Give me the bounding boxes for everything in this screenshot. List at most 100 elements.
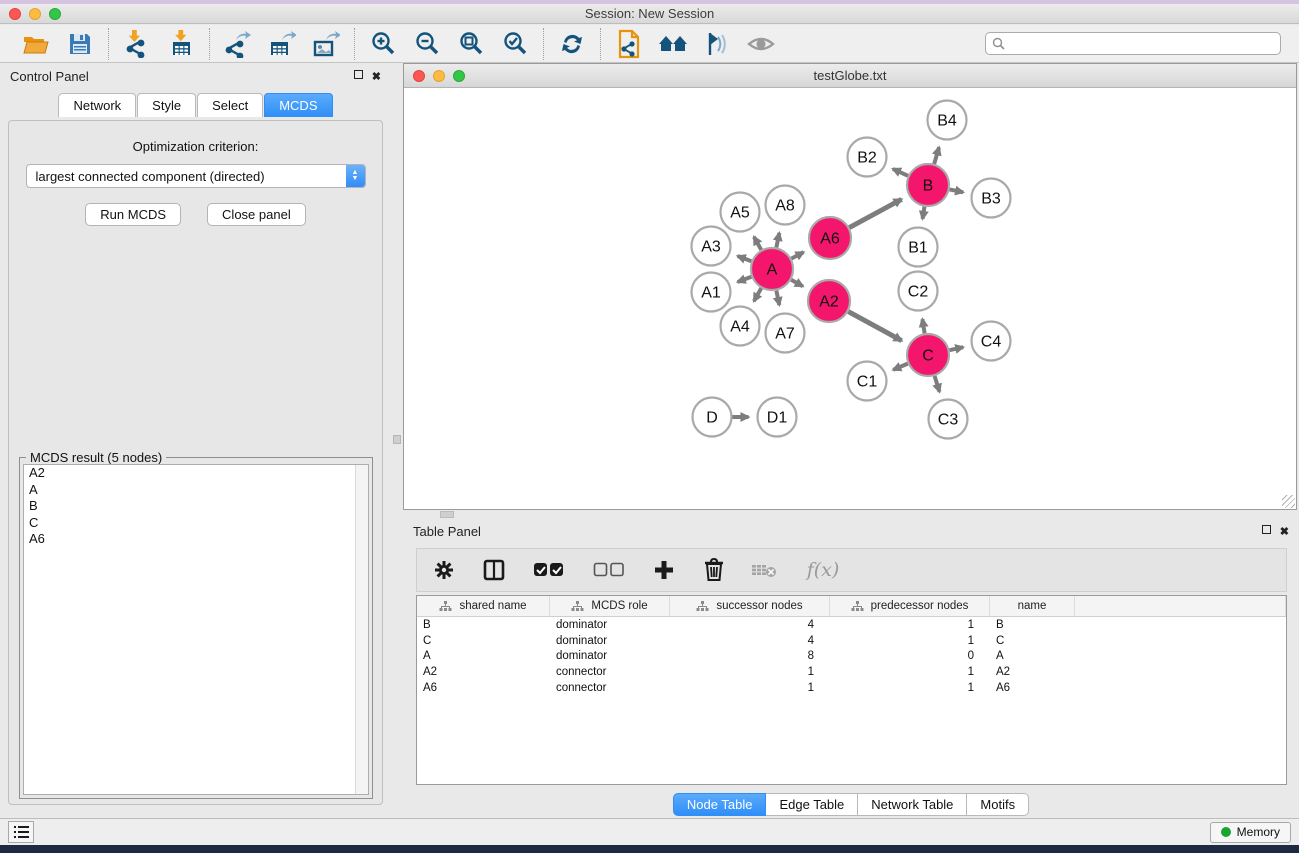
table-cell[interactable]: dominator: [550, 619, 670, 631]
table-cell[interactable]: A2: [417, 666, 550, 678]
result-item[interactable]: B: [24, 498, 368, 515]
tab-node-table[interactable]: Node Table: [673, 793, 767, 816]
edge-A-A8[interactable]: [776, 233, 779, 248]
node-table[interactable]: shared nameMCDS rolesuccessor nodesprede…: [416, 595, 1287, 785]
import-table-button[interactable]: [166, 30, 196, 58]
table-cell[interactable]: A: [990, 650, 1075, 662]
zoom-fit-button[interactable]: [456, 30, 486, 58]
edge-B-B1[interactable]: [923, 207, 925, 219]
table-cell[interactable]: 1: [830, 619, 990, 631]
table-cell[interactable]: C: [990, 635, 1075, 647]
table-cell[interactable]: A: [417, 650, 550, 662]
edge-B-B2[interactable]: [893, 169, 908, 176]
deselect-all-button[interactable]: [591, 557, 627, 583]
table-options-button[interactable]: [431, 557, 457, 583]
splitter-grip[interactable]: [393, 435, 401, 444]
network-canvas[interactable]: B4B2BB3A8A5A6A3B1AC2A1A2A4A7C4CC1DD1C3: [404, 88, 1296, 509]
table-cell[interactable]: 1: [670, 666, 830, 678]
edge-A6-B[interactable]: [849, 199, 901, 227]
table-cell[interactable]: 1: [830, 666, 990, 678]
select-all-button[interactable]: [531, 557, 567, 583]
mcds-result-list[interactable]: A2ABCA6: [23, 464, 369, 795]
column-header-shared-name[interactable]: shared name: [417, 596, 550, 616]
hide-selected-button[interactable]: [746, 30, 776, 58]
edge-A-A3[interactable]: [738, 256, 752, 261]
show-graphics-details-button[interactable]: [702, 30, 732, 58]
optimization-criterion-dropdown[interactable]: largest connected component (directed) ▲…: [26, 164, 366, 188]
float-table-panel-icon[interactable]: [1262, 525, 1271, 537]
export-image-button[interactable]: [311, 30, 341, 58]
table-row[interactable]: Bdominator41B: [417, 617, 1286, 633]
column-header-successor-nodes[interactable]: successor nodes: [670, 596, 830, 616]
table-cell[interactable]: 1: [830, 635, 990, 647]
table-cell[interactable]: A6: [417, 682, 550, 694]
edge-C-C1[interactable]: [893, 364, 908, 370]
new-network-button[interactable]: [614, 30, 644, 58]
tab-edge-table[interactable]: Edge Table: [766, 793, 858, 816]
edge-C-C2[interactable]: [922, 319, 924, 333]
save-session-button[interactable]: [65, 30, 95, 58]
table-cell[interactable]: B: [417, 619, 550, 631]
table-cell[interactable]: C: [417, 635, 550, 647]
export-table-button[interactable]: [267, 30, 297, 58]
vertical-splitter[interactable]: [391, 63, 403, 818]
table-cell[interactable]: 8: [670, 650, 830, 662]
horizontal-splitter-grip[interactable]: [440, 511, 454, 518]
table-row[interactable]: A6connector11A6: [417, 680, 1286, 696]
run-mcds-button[interactable]: Run MCDS: [85, 203, 181, 226]
edge-A-A4[interactable]: [754, 288, 761, 301]
network-window-titlebar[interactable]: testGlobe.txt: [404, 64, 1296, 88]
zoom-out-button[interactable]: [412, 30, 442, 58]
table-cell[interactable]: B: [990, 619, 1075, 631]
table-row[interactable]: A2connector11A2: [417, 664, 1286, 680]
function-builder-button[interactable]: f(x): [801, 557, 845, 583]
result-item[interactable]: A2: [24, 465, 368, 482]
result-item[interactable]: A6: [24, 531, 368, 548]
table-cell[interactable]: 1: [830, 682, 990, 694]
edge-A-A2[interactable]: [791, 280, 803, 287]
table-cell[interactable]: 1: [670, 682, 830, 694]
column-header-MCDS-role[interactable]: MCDS role: [550, 596, 670, 616]
apply-layout-button[interactable]: [557, 30, 587, 58]
show-column-button[interactable]: [481, 557, 507, 583]
column-header-name[interactable]: name: [990, 596, 1075, 616]
edge-C-C3[interactable]: [935, 376, 940, 392]
float-panel-icon[interactable]: [354, 70, 363, 82]
result-list-scrollbar[interactable]: [355, 465, 368, 794]
table-cell[interactable]: 4: [670, 619, 830, 631]
close-table-panel-icon[interactable]: ✖: [1280, 525, 1289, 538]
table-cell[interactable]: 4: [670, 635, 830, 647]
delete-row-button[interactable]: [701, 557, 727, 583]
tab-select[interactable]: Select: [197, 93, 263, 117]
tab-style[interactable]: Style: [137, 93, 196, 117]
close-panel-button[interactable]: Close panel: [207, 203, 306, 226]
tab-network-table[interactable]: Network Table: [858, 793, 967, 816]
search-input[interactable]: [1010, 37, 1274, 51]
export-network-button[interactable]: [223, 30, 253, 58]
result-item[interactable]: C: [24, 515, 368, 532]
tab-network[interactable]: Network: [58, 93, 136, 117]
delete-table-button[interactable]: [751, 557, 777, 583]
table-cell[interactable]: A2: [990, 666, 1075, 678]
table-cell[interactable]: 0: [830, 650, 990, 662]
table-cell[interactable]: connector: [550, 666, 670, 678]
import-network-button[interactable]: [122, 30, 152, 58]
zoom-selected-button[interactable]: [500, 30, 530, 58]
edge-A-A5[interactable]: [754, 237, 761, 250]
network-graph[interactable]: B4B2BB3A8A5A6A3B1AC2A1A2A4A7C4CC1DD1C3: [404, 88, 1296, 509]
table-cell[interactable]: A6: [990, 682, 1075, 694]
table-row[interactable]: Cdominator41C: [417, 633, 1286, 649]
table-cell[interactable]: dominator: [550, 650, 670, 662]
edge-A-A1[interactable]: [738, 277, 752, 282]
zoom-in-button[interactable]: [368, 30, 398, 58]
tab-mcds[interactable]: MCDS: [264, 93, 332, 117]
table-cell[interactable]: connector: [550, 682, 670, 694]
edge-A-A7[interactable]: [776, 291, 779, 306]
task-history-button[interactable]: [8, 821, 34, 843]
tab-motifs[interactable]: Motifs: [967, 793, 1029, 816]
edge-B-B4[interactable]: [934, 147, 939, 164]
first-neighbors-button[interactable]: [658, 30, 688, 58]
open-file-button[interactable]: [21, 30, 51, 58]
edge-A2-C[interactable]: [848, 312, 901, 341]
edge-A-A6[interactable]: [791, 252, 803, 258]
